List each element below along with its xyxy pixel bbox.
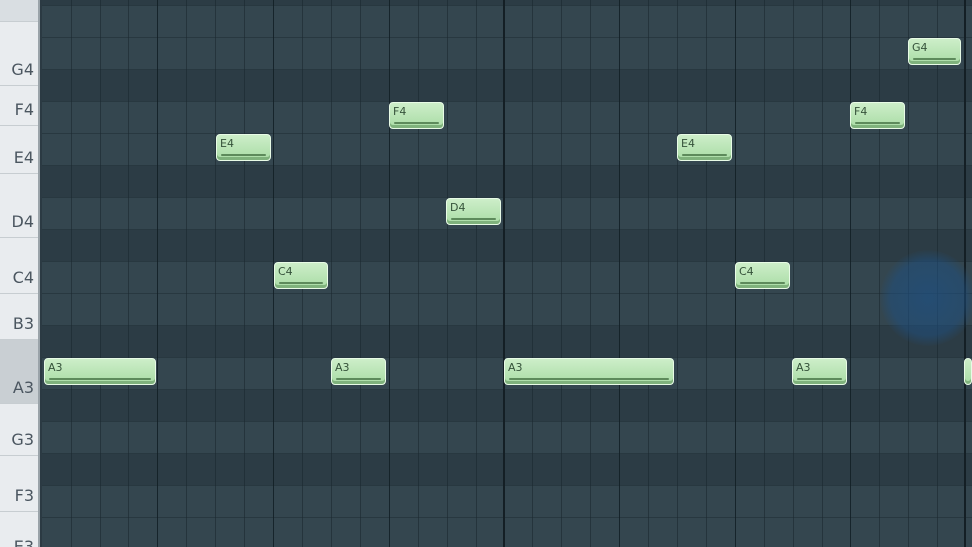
grid-row [42,518,972,547]
grid-row [42,134,972,166]
key-label: B3 [12,314,34,333]
note-block[interactable]: A3 [331,358,386,385]
bar-line [503,0,505,547]
grid-line [648,0,649,547]
grid-line [157,0,158,547]
grid-line [71,0,72,547]
piano-key-b3[interactable]: B3 [0,294,38,340]
piano-key-g4[interactable]: G4 [0,22,38,86]
grid-row [42,38,972,70]
note-label: A3 [508,361,523,374]
note-block[interactable]: A3 [792,358,847,385]
grid-line [793,0,794,547]
grid-line [476,0,477,547]
grid-row [42,6,972,38]
piano-key-g3[interactable]: G3 [0,404,38,456]
grid-line [447,0,448,547]
note-label: D4 [450,201,466,214]
cursor-highlight [880,250,972,346]
key-label: C4 [12,268,34,287]
note-grid[interactable]: A3 E4 C4 A3 F4 D4 A3 E4 C4 A3 F4 G4 [42,0,972,547]
piano-key-e3[interactable]: E3 [0,512,38,547]
grid-row [42,230,972,262]
grid-row [42,102,972,134]
key-label: F3 [14,486,34,505]
grid-line [706,0,707,547]
note-block[interactable]: C4 [735,262,790,289]
key-label: G3 [11,430,34,449]
grid-line [561,0,562,547]
note-label: G4 [912,41,928,54]
grid-line [677,0,678,547]
grid-line [418,0,419,547]
piano-key[interactable] [0,0,38,22]
note-label: E4 [681,137,695,150]
grid-line [619,0,620,547]
note-label: C4 [739,265,754,278]
grid-line [360,0,361,547]
grid-row [42,454,972,486]
note-block[interactable]: E4 [677,134,732,161]
note-block[interactable]: F4 [389,102,444,129]
note-block[interactable]: C4 [274,262,328,289]
note-label: A3 [48,361,63,374]
grid-line [128,0,129,547]
grid-line [879,0,880,547]
grid-line [331,0,332,547]
grid-row [42,422,972,454]
grid-line [822,0,823,547]
note-block[interactable]: F4 [850,102,905,129]
grid-row [42,294,972,326]
grid-line [850,0,851,547]
grid-line [100,0,101,547]
grid-line [590,0,591,547]
piano-roll-editor: G4 F4 E4 D4 C4 B3 A3 G3 F3 E3 A3 E4 C4 A… [0,0,972,547]
note-block[interactable]: A3 [504,358,674,385]
grid-line [532,0,533,547]
key-label: E3 [13,537,34,547]
grid-row [42,166,972,198]
piano-key-c4[interactable]: C4 [0,238,38,294]
key-label: D4 [11,212,35,231]
note-block[interactable]: D4 [446,198,501,225]
grid-row [42,326,972,358]
note-label: A3 [335,361,350,374]
grid-row [42,486,972,518]
key-label: A3 [12,378,34,397]
note-block[interactable]: A3 [44,358,156,385]
piano-key-d4[interactable]: D4 [0,174,38,238]
key-label: F4 [14,100,34,119]
grid-line [186,0,187,547]
note-block[interactable]: E4 [216,134,271,161]
grid-line [244,0,245,547]
key-label: G4 [11,60,34,79]
note-label: F4 [393,105,407,118]
grid-row [42,70,972,102]
grid-line [215,0,216,547]
piano-key-f3[interactable]: F3 [0,456,38,512]
note-block[interactable]: G4 [908,38,961,65]
piano-key-e4[interactable]: E4 [0,126,38,174]
piano-key-f4[interactable]: F4 [0,86,38,126]
note-label: E4 [220,137,234,150]
grid-row [42,390,972,422]
grid-row [42,262,972,294]
grid-row [42,198,972,230]
note-block-edge[interactable] [964,358,972,385]
note-label: F4 [854,105,868,118]
key-label: E4 [13,148,34,167]
piano-key-a3[interactable]: A3 [0,340,38,404]
piano-keyboard[interactable]: G4 F4 E4 D4 C4 B3 A3 G3 F3 E3 [0,0,40,547]
grid-line [389,0,390,547]
note-label: A3 [796,361,811,374]
note-label: C4 [278,265,293,278]
